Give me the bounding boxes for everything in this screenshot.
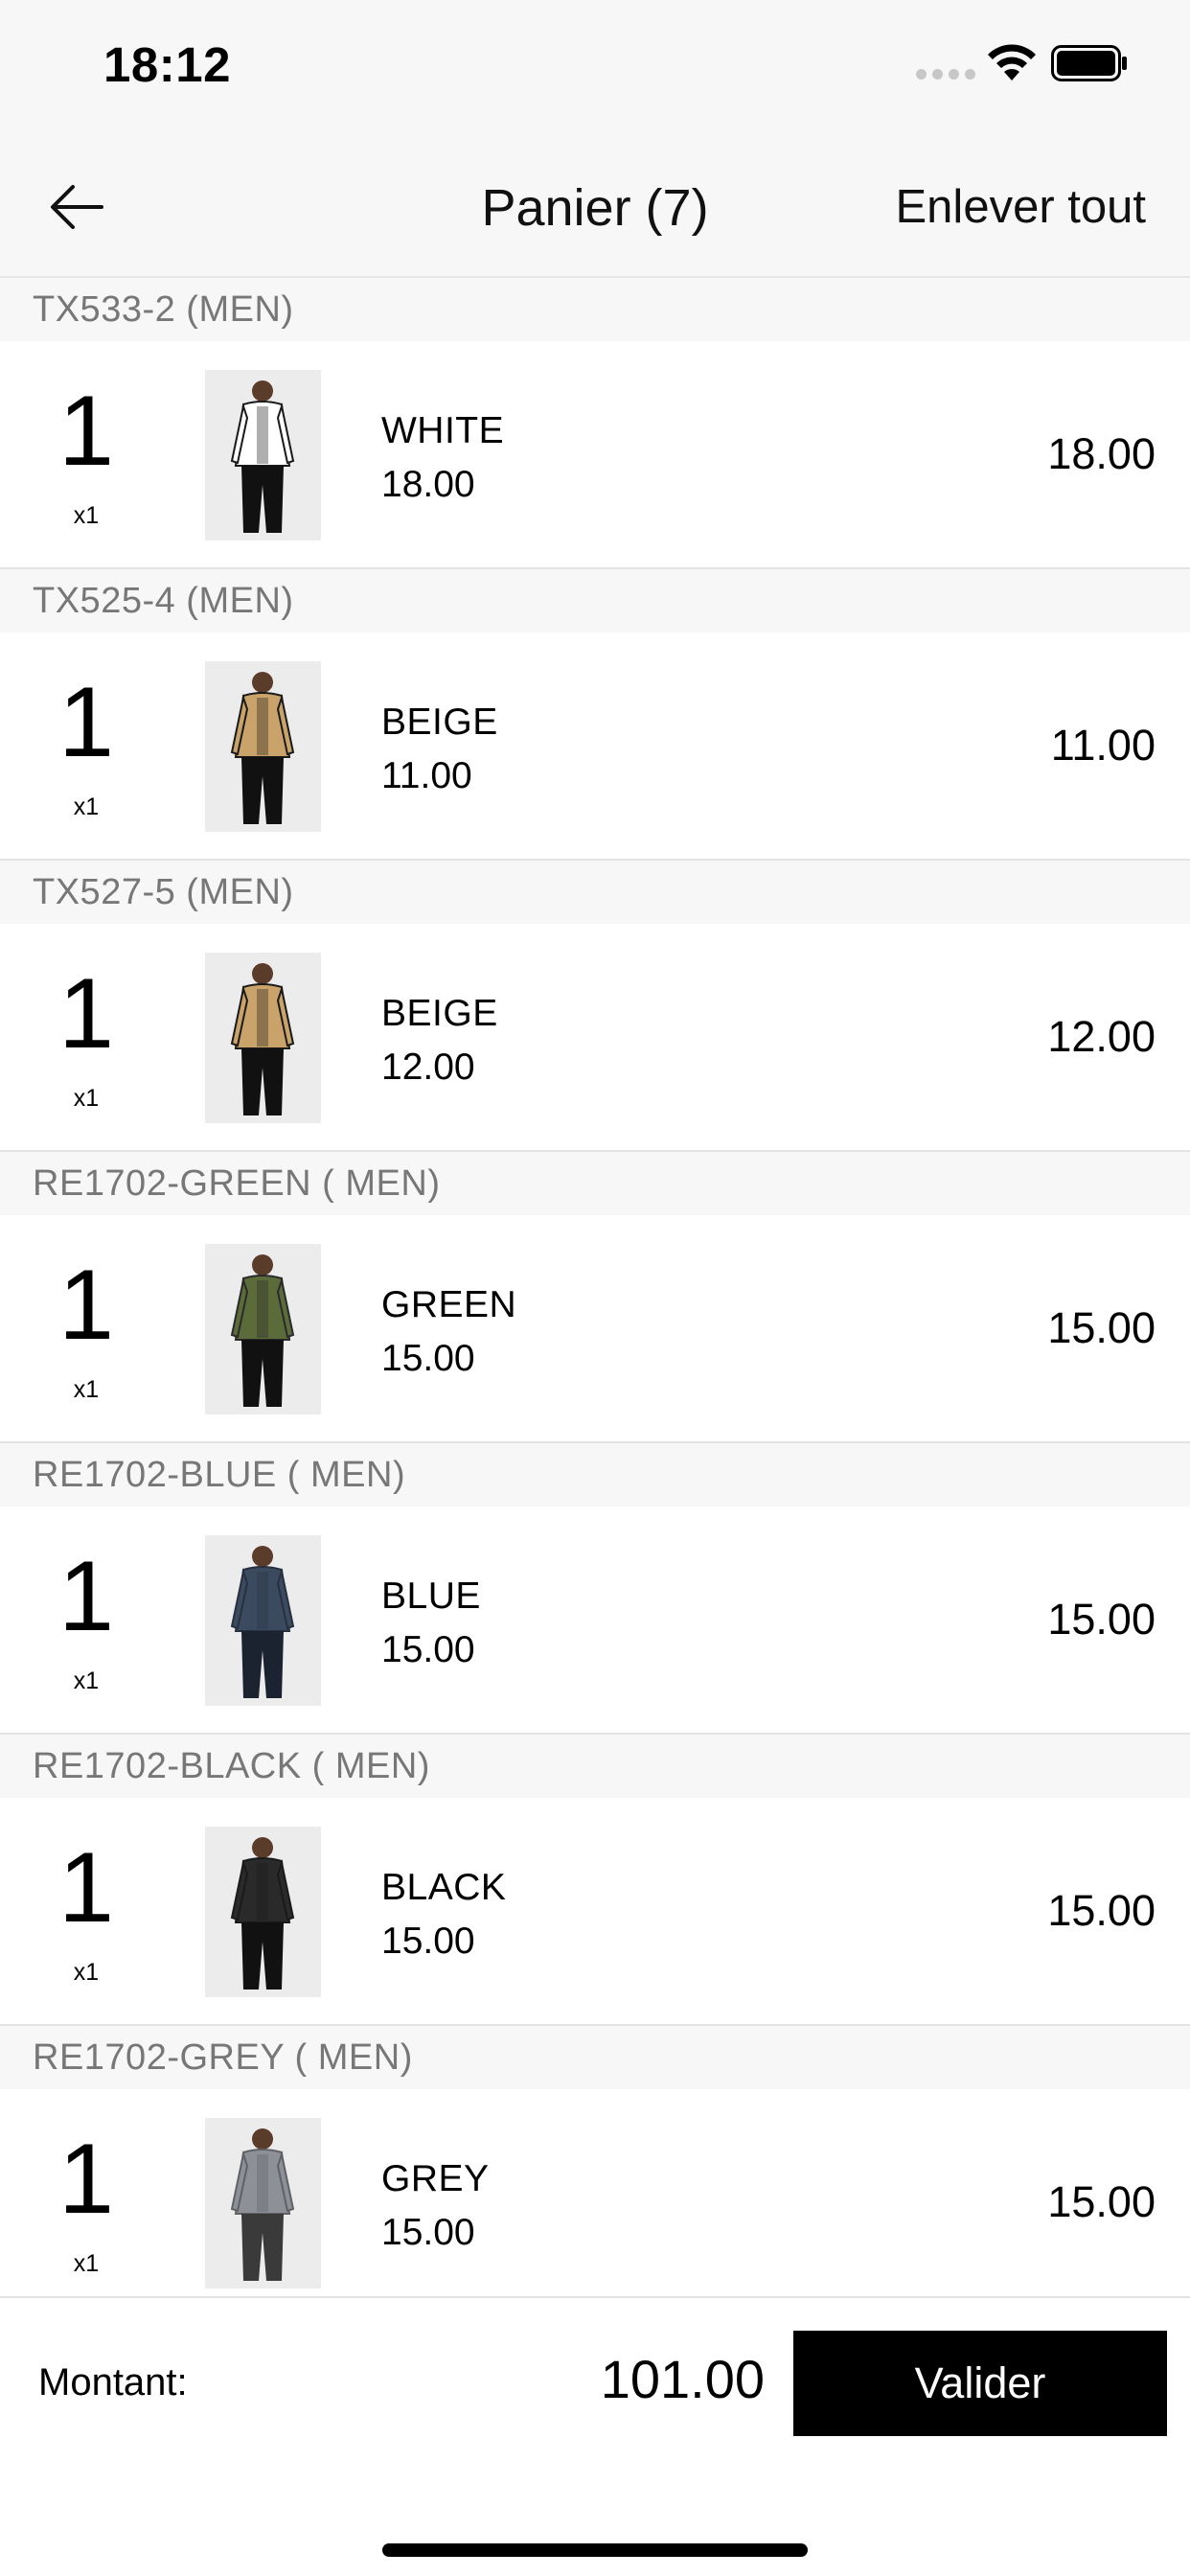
item-color: BLACK xyxy=(381,1867,507,1908)
item-unit-price: 15.00 xyxy=(381,1629,475,1670)
section-header: TX533-2 (MEN) xyxy=(0,278,1190,341)
product-thumbnail xyxy=(205,370,321,540)
quantity-value: 1 xyxy=(58,376,114,487)
item-unit-price: 18.00 xyxy=(381,464,475,505)
cart-item-row[interactable]: 1 x1 BLACK 15.00 15.00 xyxy=(0,1798,1190,2026)
cart-item-row[interactable]: 1 x1 GREEN 15.00 15.00 xyxy=(0,1215,1190,1443)
quantity-value: 1 xyxy=(58,667,114,778)
section-header: TX525-4 (MEN) xyxy=(0,569,1190,632)
quantity-value: 1 xyxy=(58,958,114,1070)
item-total: 11.00 xyxy=(1050,721,1156,770)
item-unit-price: 15.00 xyxy=(381,2212,475,2253)
section-header: RE1702-GREY ( MEN) xyxy=(0,2026,1190,2089)
validate-button[interactable]: Valider xyxy=(793,2331,1167,2436)
item-total: 15.00 xyxy=(1047,1303,1156,1352)
item-total: 15.00 xyxy=(1047,1595,1156,1644)
section-header: TX527-5 (MEN) xyxy=(0,861,1190,924)
cart-item-row[interactable]: 1 x1 BEIGE 11.00 11.00 xyxy=(0,632,1190,861)
quantity-label: x1 xyxy=(73,794,100,820)
battery-icon xyxy=(1051,45,1127,81)
status-time: 18:12 xyxy=(103,37,231,92)
item-color: BEIGE xyxy=(381,702,498,743)
quantity-label: x1 xyxy=(73,2250,100,2277)
product-thumbnail xyxy=(205,1827,321,1997)
quantity-value: 1 xyxy=(58,1250,114,1361)
item-total: 15.00 xyxy=(1047,1886,1156,1935)
item-unit-price: 15.00 xyxy=(381,1338,475,1379)
amount-value: 101.00 xyxy=(600,2349,765,2409)
cellular-signal-icon xyxy=(916,69,975,80)
cart-section: RE1702-BLACK ( MEN) 1 x1 BLACK 15.00 15.… xyxy=(0,1735,1190,2026)
quantity-value: 1 xyxy=(58,2124,114,2235)
product-thumbnail xyxy=(205,1535,321,1706)
item-color: GREY xyxy=(381,2158,490,2199)
cart-screen: 18:12 Panier (7) Enlever tout TX533-2 (M… xyxy=(0,0,1190,2576)
product-thumbnail xyxy=(205,661,321,832)
quantity-label: x1 xyxy=(73,1376,100,1403)
product-thumbnail xyxy=(205,953,321,1123)
section-header: RE1702-BLUE ( MEN) xyxy=(0,1443,1190,1506)
checkout-footer: Montant: 101.00 Valider xyxy=(0,2296,1190,2576)
item-color: BLUE xyxy=(381,1576,481,1617)
nav-bar: Panier (7) Enlever tout xyxy=(0,134,1190,278)
quantity-label: x1 xyxy=(73,1085,100,1112)
cart-section: TX527-5 (MEN) 1 x1 BEIGE 12.00 12.00 xyxy=(0,861,1190,1152)
item-unit-price: 12.00 xyxy=(381,1046,475,1088)
quantity-label: x1 xyxy=(73,1959,100,1986)
quantity-value: 1 xyxy=(58,1832,114,1944)
cart-item-row[interactable]: 1 x1 GREY 15.00 15.00 xyxy=(0,2089,1190,2296)
wifi-icon xyxy=(988,44,1036,80)
item-unit-price: 11.00 xyxy=(381,755,472,796)
quantity-label: x1 xyxy=(73,502,100,529)
item-total: 15.00 xyxy=(1047,2177,1156,2226)
remove-all-button[interactable]: Enlever tout xyxy=(896,180,1147,234)
quantity-value: 1 xyxy=(58,1541,114,1652)
item-total: 12.00 xyxy=(1047,1012,1156,1061)
cart-section: TX533-2 (MEN) 1 x1 WHITE 18.00 18.00 xyxy=(0,278,1190,569)
quantity-label: x1 xyxy=(73,1668,100,1694)
cart-list[interactable]: TX533-2 (MEN) 1 x1 WHITE 18.00 18.00 TX5… xyxy=(0,278,1190,2296)
cart-item-row[interactable]: 1 x1 BLUE 15.00 15.00 xyxy=(0,1506,1190,1735)
cart-item-row[interactable]: 1 x1 WHITE 18.00 18.00 xyxy=(0,341,1190,569)
item-color: GREEN xyxy=(381,1284,517,1325)
home-indicator xyxy=(382,2543,808,2557)
item-unit-price: 15.00 xyxy=(381,1920,475,1962)
cart-section: RE1702-GREEN ( MEN) 1 x1 GREEN 15.00 15.… xyxy=(0,1152,1190,1443)
cart-section: RE1702-BLUE ( MEN) 1 x1 BLUE 15.00 15.00 xyxy=(0,1443,1190,1735)
item-color: WHITE xyxy=(381,410,505,451)
item-total: 18.00 xyxy=(1047,429,1156,478)
section-header: RE1702-GREEN ( MEN) xyxy=(0,1152,1190,1215)
amount-label: Montant: xyxy=(38,2361,188,2404)
cart-section: TX525-4 (MEN) 1 x1 BEIGE 11.00 11.00 xyxy=(0,569,1190,861)
status-bar: 18:12 xyxy=(0,0,1190,134)
item-color: BEIGE xyxy=(381,993,498,1034)
product-thumbnail xyxy=(205,1244,321,1414)
section-header: RE1702-BLACK ( MEN) xyxy=(0,1735,1190,1798)
product-thumbnail xyxy=(205,2118,321,2288)
cart-item-row[interactable]: 1 x1 BEIGE 12.00 12.00 xyxy=(0,924,1190,1152)
cart-section: RE1702-GREY ( MEN) 1 x1 GREY 15.00 15.00 xyxy=(0,2026,1190,2296)
